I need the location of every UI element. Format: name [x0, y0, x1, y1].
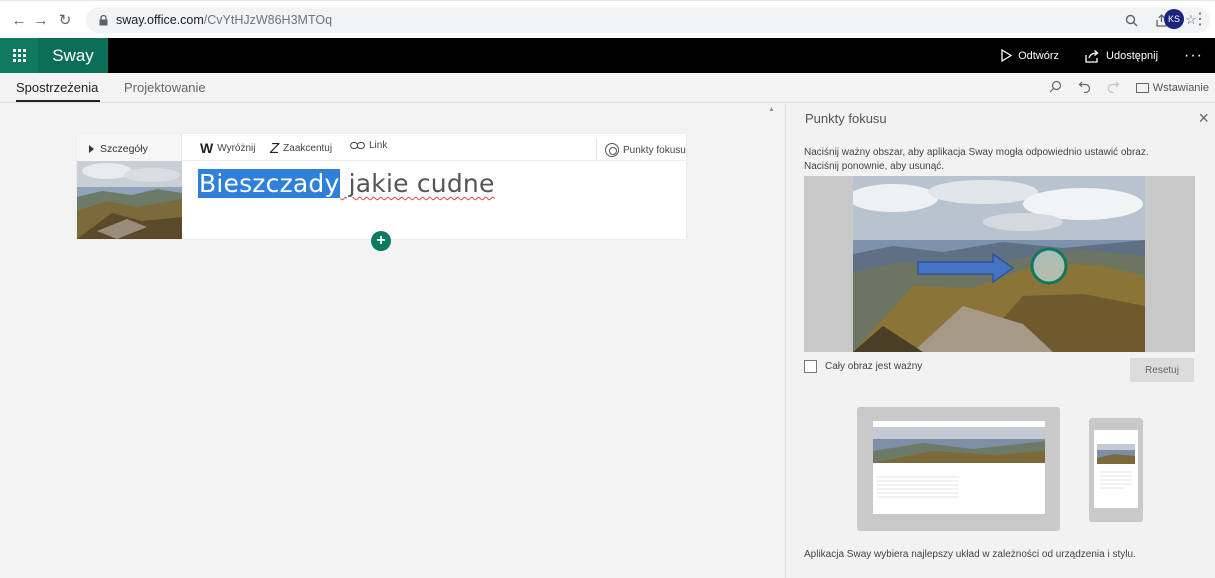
- focus-photo[interactable]: [853, 176, 1145, 352]
- insert-label: Wstawianie: [1152, 82, 1209, 94]
- mobile-preview: [1089, 418, 1143, 522]
- link-icon: [350, 142, 365, 149]
- view-tabs: Spostrzeżenia Projektowanie Wstawianie: [0, 73, 1215, 103]
- add-icon: +: [376, 232, 386, 249]
- scroll-up-arrow[interactable]: ▲: [768, 106, 775, 113]
- play-icon: [1001, 49, 1013, 62]
- expand-caret-icon: [89, 145, 94, 153]
- insert-button[interactable]: Wstawianie: [1135, 82, 1209, 94]
- close-icon[interactable]: ×: [1198, 108, 1209, 129]
- pane-description: Naciśnij ważny obszar, aby aplikacja Swa…: [804, 147, 1149, 172]
- focus-points-icon: [605, 143, 619, 157]
- back-icon[interactable]: ←: [8, 9, 30, 31]
- tab-design[interactable]: Projektowanie: [124, 80, 206, 95]
- search-icon[interactable]: [1049, 80, 1062, 96]
- pane-title: Punkty fokusu: [805, 111, 887, 126]
- forward-icon[interactable]: →: [30, 9, 52, 31]
- pane-footer-note: Aplikacja Sway wybiera najlepszy układ w…: [804, 549, 1136, 560]
- whole-image-label: Cały obraz jest ważny: [825, 361, 923, 372]
- title-selected-text[interactable]: Bieszczady: [198, 169, 341, 198]
- tab-insights[interactable]: Spostrzeżenia: [16, 80, 98, 95]
- more-options-icon[interactable]: ···: [1184, 47, 1203, 65]
- play-label: Odtwórz: [1018, 49, 1060, 62]
- emphasize-icon: W: [200, 140, 214, 156]
- add-content-button[interactable]: +: [371, 231, 391, 251]
- address-bar[interactable]: sway.office.com/CvYtHJzW86H3MTOq ☆: [86, 7, 1210, 33]
- formatting-toolbar: W Wyróżnij Z Zaakcentuj Link Punkty foku…: [182, 134, 686, 161]
- details-toggle[interactable]: Szczegóły: [89, 143, 148, 155]
- app-launcher-icon[interactable]: [0, 38, 38, 73]
- active-tab-indicator: [16, 100, 100, 102]
- emphasize-button[interactable]: W Wyróżnij: [200, 140, 255, 156]
- whole-image-option[interactable]: Cały obraz jest ważny: [804, 360, 922, 373]
- zoom-icon[interactable]: [1120, 9, 1142, 31]
- insert-icon: [1135, 83, 1149, 93]
- emphasize-label: Wyróżnij: [217, 142, 256, 154]
- share-icon: [1085, 49, 1099, 63]
- app-brand[interactable]: Sway: [38, 38, 108, 73]
- focus-points-label: Punkty fokusu: [623, 144, 686, 156]
- background-image-thumbnail[interactable]: [77, 161, 182, 239]
- desktop-preview-screen: [873, 421, 1045, 514]
- accent-label: Zaakcentuj: [283, 143, 333, 154]
- desktop-preview: [857, 407, 1060, 531]
- reset-button[interactable]: Resetuj: [1130, 358, 1194, 382]
- lock-icon[interactable]: [96, 13, 110, 27]
- url-text[interactable]: sway.office.com/CvYtHJzW86H3MTOq: [116, 13, 332, 27]
- play-button[interactable]: Odtwórz: [1001, 49, 1059, 62]
- profile-avatar[interactable]: KS: [1164, 9, 1184, 29]
- redo-icon: [1107, 80, 1120, 96]
- share-label: Udostępnij: [1106, 49, 1159, 62]
- accent-button[interactable]: Z Zaakcentuj: [270, 140, 332, 157]
- sway-app-bar: Sway Odtwórz Udostępnij ···: [0, 38, 1215, 73]
- focus-image-area[interactable]: [804, 176, 1195, 352]
- accent-icon: Z: [270, 140, 280, 157]
- whole-image-checkbox[interactable]: [804, 360, 817, 373]
- details-label: Szczegóły: [100, 143, 148, 155]
- browser-menu-icon[interactable]: ⋮: [1192, 9, 1208, 29]
- title-remaining-text[interactable]: jakie cudne: [340, 169, 495, 198]
- link-button[interactable]: Link: [350, 140, 387, 151]
- reload-icon[interactable]: ↻: [54, 9, 76, 31]
- card-title[interactable]: Bieszczady jakie cudne: [198, 169, 495, 198]
- card-details-panel: Szczegóły: [77, 134, 182, 239]
- mobile-preview-screen: [1094, 430, 1138, 508]
- share-button[interactable]: Udostępnij: [1085, 49, 1158, 63]
- title-card[interactable]: Szczegóły W Wyróżnij Z Zaakcentuj Link P…: [77, 134, 686, 239]
- focus-points-button[interactable]: Punkty fokusu: [596, 139, 686, 161]
- link-label: Link: [369, 140, 388, 151]
- browser-toolbar: ← → ↻ sway.office.com/CvYtHJzW86H3MTOq ☆: [0, 0, 1215, 38]
- focus-points-pane: Punkty fokusu × Naciśnij ważny obszar, a…: [785, 104, 1215, 578]
- undo-icon[interactable]: [1078, 80, 1091, 96]
